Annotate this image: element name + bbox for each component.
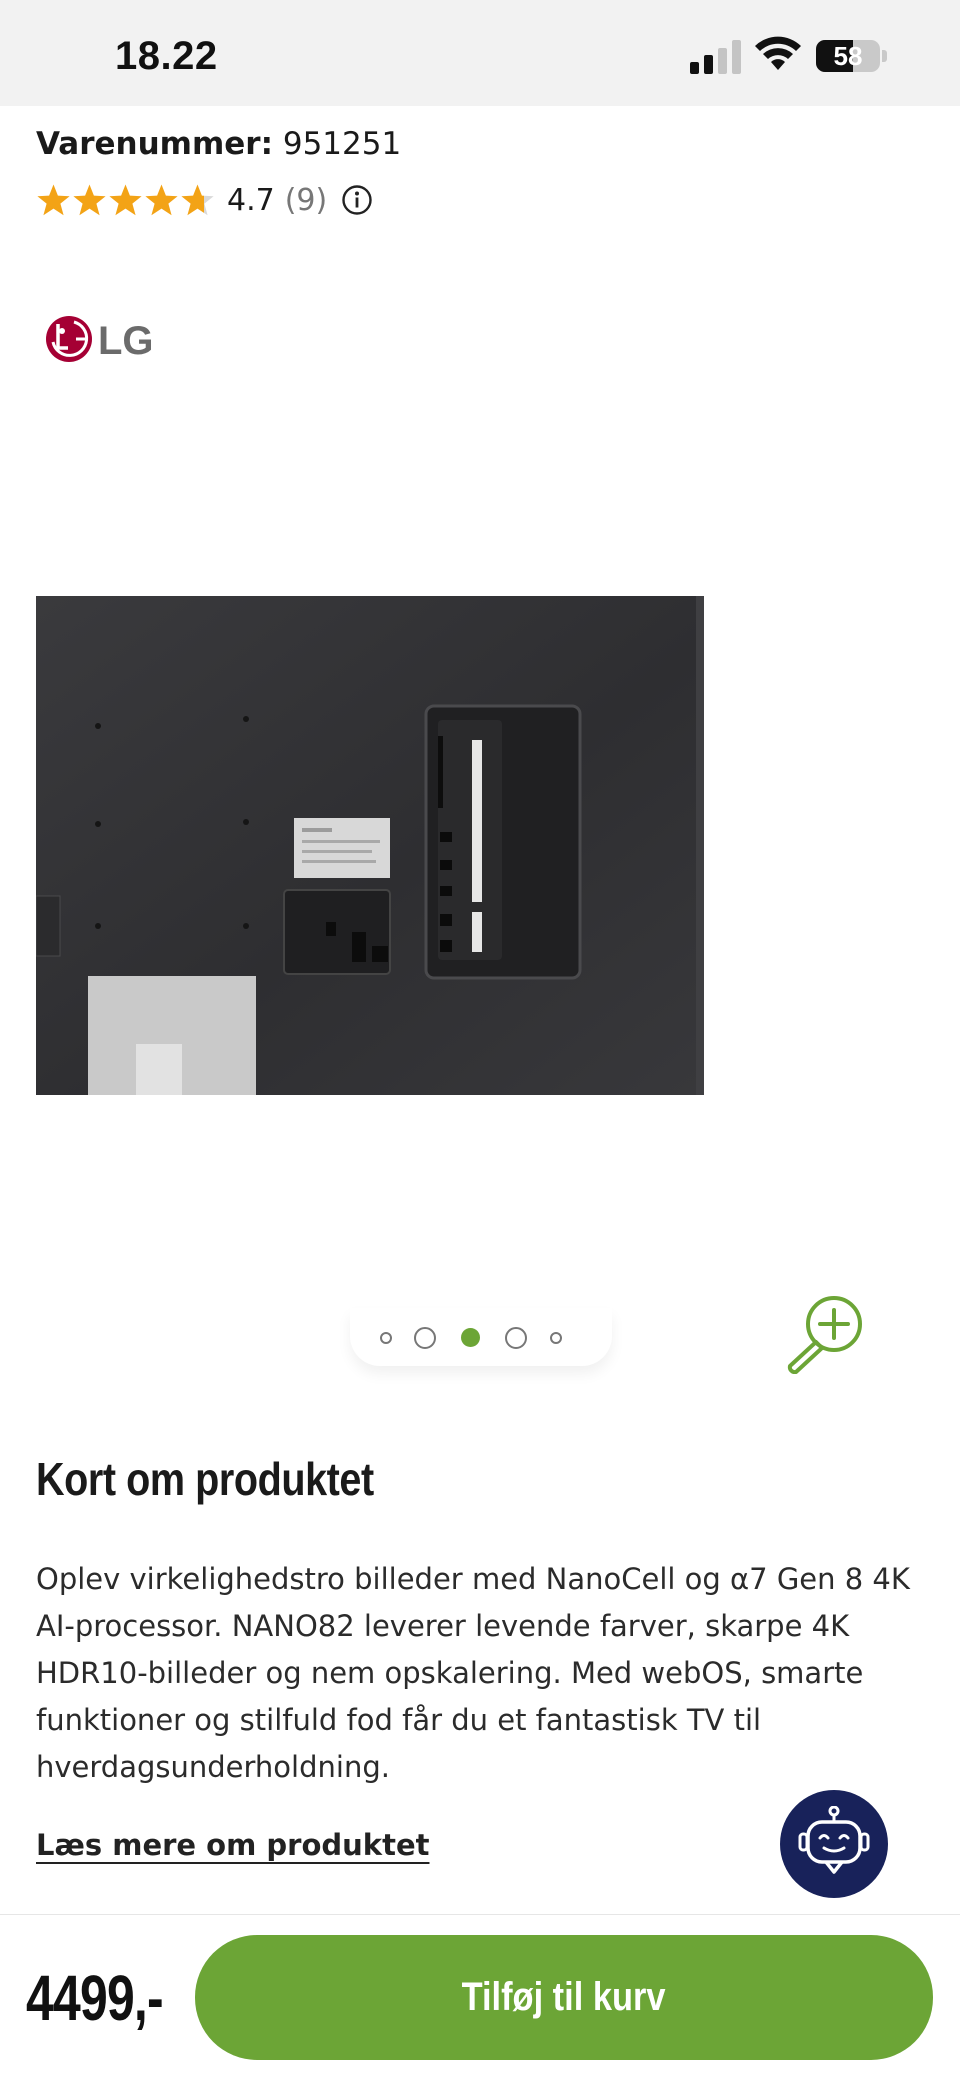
rating-count: (9) <box>284 182 328 218</box>
read-more-link[interactable]: Læs mere om produktet <box>36 1828 429 1862</box>
brand-name: LG <box>98 319 154 363</box>
section-title: Kort om produktet <box>36 1453 374 1505</box>
price: 4499,- <box>26 1962 164 2034</box>
star-icon <box>73 184 106 215</box>
product-description: Oplev virkelighedstro billeder med NanoC… <box>36 1562 910 1784</box>
status-time: 18.22 <box>115 34 218 78</box>
bottom-purchase-bar: 4499,- Tilføj til kurv <box>0 1914 960 2077</box>
carousel-dot[interactable] <box>414 1327 436 1349</box>
carousel-dot-active[interactable] <box>461 1328 480 1347</box>
rating-stars <box>36 183 215 218</box>
wifi-icon <box>755 36 801 70</box>
rating-value: 4.7 <box>227 182 275 218</box>
sku-value: 951251 <box>282 126 402 162</box>
carousel-dot[interactable] <box>505 1327 527 1349</box>
add-to-cart-button[interactable]: Tilføj til kurv <box>195 1935 933 2060</box>
sku-line: Varenummer: 951251 <box>36 126 401 162</box>
carousel-pagination[interactable] <box>350 1308 612 1366</box>
add-to-cart-label: Tilføj til kurv <box>462 1975 666 2019</box>
carousel-dot[interactable] <box>550 1332 562 1344</box>
star-icon <box>109 184 142 215</box>
star-icon <box>181 184 214 215</box>
product-image[interactable] <box>36 596 704 1095</box>
battery-icon: 58 <box>816 40 888 72</box>
star-icon <box>37 184 70 215</box>
robot-icon <box>798 1806 870 1874</box>
info-icon[interactable] <box>341 184 373 216</box>
battery-level: 58 <box>833 41 863 71</box>
status-bar: 18.22 58 <box>0 0 960 106</box>
chatbot-button[interactable] <box>780 1790 888 1898</box>
rating[interactable]: 4.7 (9) <box>36 178 373 222</box>
brand-logo-lg[interactable]: LG <box>44 312 164 366</box>
star-icon <box>145 184 178 215</box>
cellular-signal-icon <box>690 40 741 74</box>
carousel-dot[interactable] <box>380 1332 392 1344</box>
sku-label: Varenummer: <box>36 126 273 162</box>
zoom-in-icon[interactable] <box>784 1292 866 1374</box>
